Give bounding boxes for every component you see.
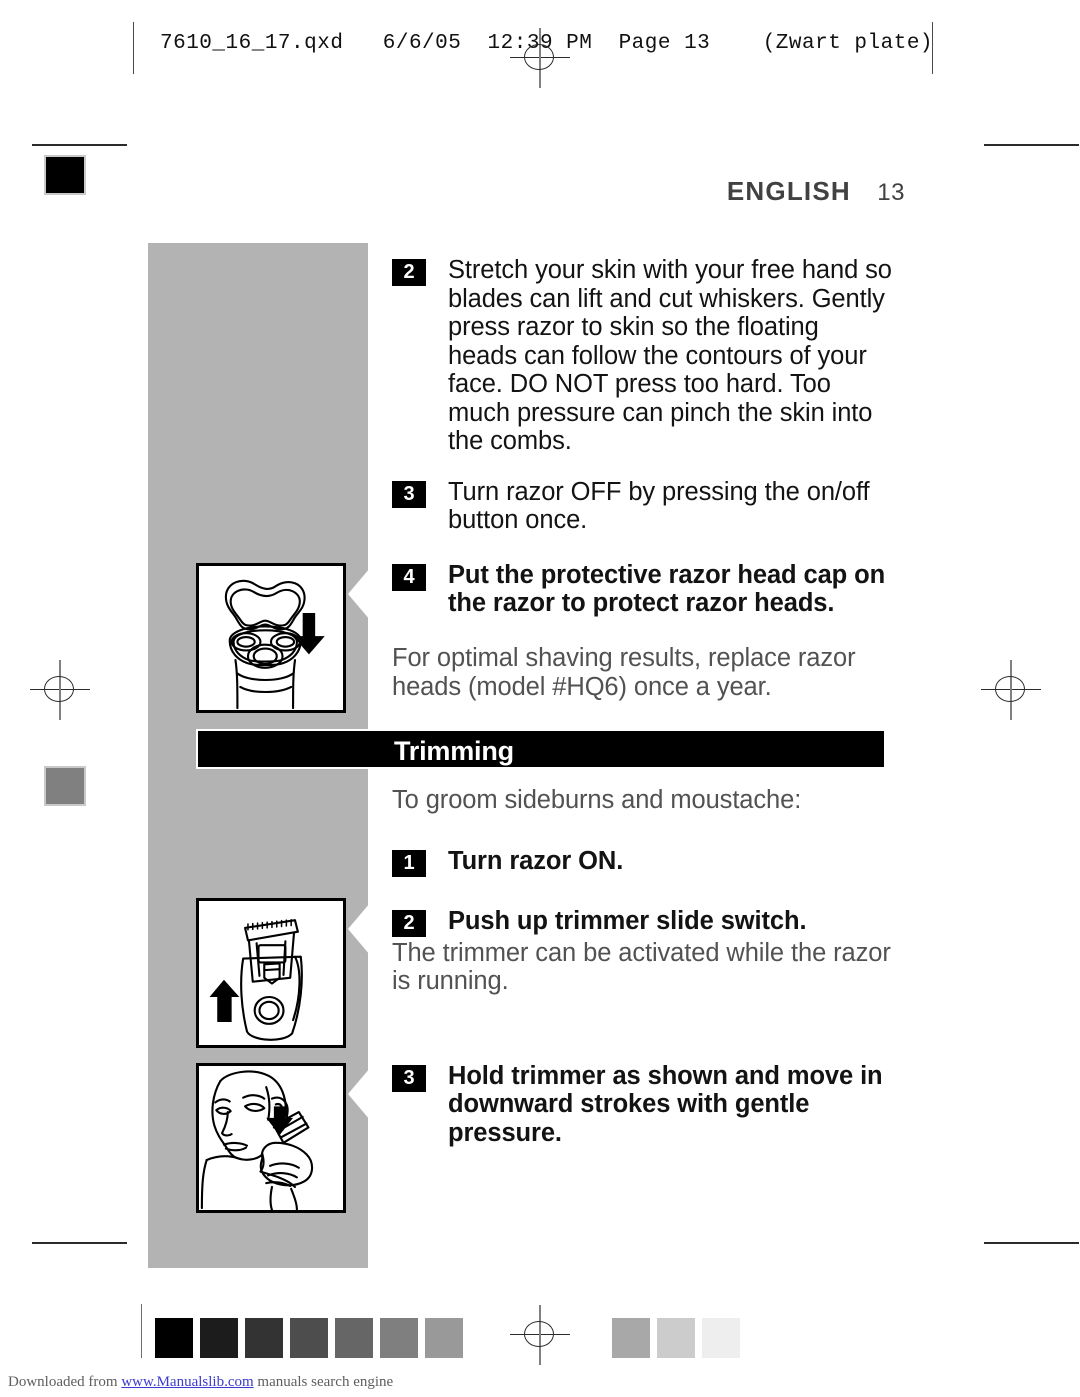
step-number-badge: 2: [392, 259, 426, 286]
registration-crosshair-icon-right: [981, 660, 1041, 720]
trimming-banner-title: Trimming: [394, 736, 514, 766]
instructions-text-column: 2 Stretch your skin with your free hand …: [392, 256, 892, 721]
calibration-swatch: [290, 1318, 328, 1358]
header-rule-left: [133, 22, 134, 74]
margin-color-swatch-gray: [44, 766, 86, 806]
page-number: 13: [877, 179, 905, 206]
instruction-step: 3 Turn razor OFF by pressing the on/off …: [392, 478, 892, 535]
registration-circle: [44, 676, 74, 702]
step-number-badge: 3: [392, 1064, 426, 1092]
razor-head-cap-illustration: [196, 563, 346, 713]
trimming-step: 3 Hold trimmer as shown and move in down…: [392, 1062, 892, 1148]
trimming-sideburn-illustration: [196, 1063, 346, 1213]
step-text: Stretch your skin with your free hand so…: [448, 256, 892, 456]
calibration-swatch: [245, 1318, 283, 1358]
registration-crosshair-icon: [510, 28, 570, 88]
trimmer-slide-switch-illustration: [196, 898, 346, 1048]
step-text: Turn razor ON.: [448, 846, 624, 875]
replace-heads-note: For optimal shaving results, replace raz…: [392, 644, 856, 701]
step-text: Turn razor OFF by pressing the on/off bu…: [448, 477, 870, 535]
calibration-swatch: [657, 1318, 695, 1358]
step-text: Push up trimmer slide switch.: [448, 906, 807, 935]
crop-rule-top-left: [32, 144, 127, 146]
crop-rule-bottom-left: [32, 1242, 127, 1244]
calibration-swatch: [155, 1318, 193, 1358]
registration-crosshair-icon-bottom: [510, 1305, 570, 1365]
trimming-text-column: To groom sideburns and moustache: 1 Turn…: [392, 786, 892, 1169]
download-footer: Downloaded from www.Manualslib.com manua…: [8, 1374, 393, 1391]
calibration-tick: [141, 1304, 142, 1358]
calibration-swatch: [425, 1318, 463, 1358]
calibration-swatch: [612, 1318, 650, 1358]
crop-rule-top-right: [984, 144, 1079, 146]
trimmer-activation-note: The trimmer can be activated while the r…: [392, 938, 891, 996]
manualslib-link[interactable]: www.Manualslib.com: [121, 1374, 253, 1390]
step-text: Hold trimmer as shown and move in downwa…: [448, 1061, 883, 1147]
trimming-step: 2 Push up trimmer slide switch.: [392, 907, 892, 937]
trimming-section-banner: Trimming: [196, 729, 886, 769]
instruction-step: 2 Stretch your skin with your free hand …: [392, 256, 892, 456]
calibration-swatch: [335, 1318, 373, 1358]
up-arrow-icon: [209, 979, 240, 1022]
step-number-badge: 2: [392, 909, 426, 937]
registration-circle: [995, 676, 1025, 702]
calibration-swatch: [702, 1318, 740, 1358]
footer-prefix: Downloaded from: [8, 1374, 122, 1390]
instruction-step: 4 Put the protective razor head cap on t…: [392, 561, 892, 618]
registration-circle: [524, 44, 554, 70]
registration-circle: [524, 1321, 554, 1347]
prepress-header-bar: 7610_16_17.qxd 6/6/05 12:39 PM Page 13 (…: [0, 0, 1080, 92]
footer-suffix: manuals search engine: [253, 1374, 394, 1390]
registration-crosshair-icon-left: [30, 660, 90, 720]
page-running-head: ENGLISH 13: [0, 176, 905, 207]
trimming-step: 1 Turn razor ON.: [392, 847, 892, 877]
step-text: Put the protective razor head cap on the…: [448, 560, 886, 618]
language-label: ENGLISH: [726, 176, 851, 206]
step-number-badge: 4: [392, 563, 426, 591]
trimming-intro-text: To groom sideburns and moustache:: [392, 786, 802, 814]
calibration-swatch: [200, 1318, 238, 1358]
step-number-badge: 1: [392, 849, 426, 877]
crop-rule-bottom-right: [984, 1242, 1079, 1244]
calibration-swatch: [380, 1318, 418, 1358]
step-number-badge: 3: [392, 480, 426, 508]
